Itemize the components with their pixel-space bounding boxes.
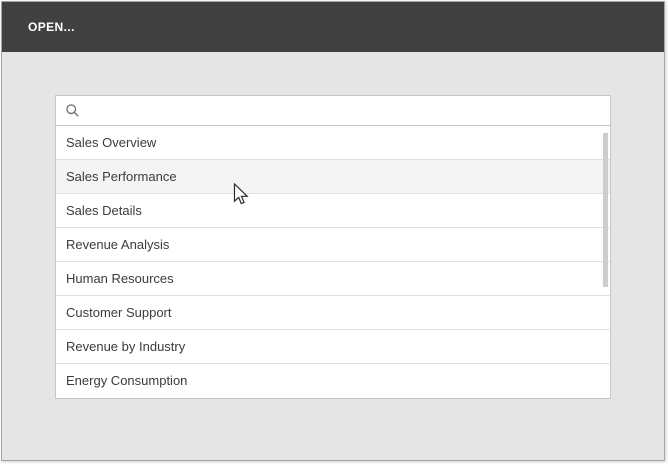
- list-item[interactable]: Human Resources: [56, 262, 610, 296]
- list-item[interactable]: Revenue by Industry: [56, 330, 610, 364]
- scrollbar-thumb[interactable]: [603, 133, 608, 287]
- list-item[interactable]: Customer Support: [56, 296, 610, 330]
- search-input[interactable]: [80, 96, 610, 125]
- list-item[interactable]: Sales Performance: [56, 160, 610, 194]
- dialog-body: Sales Overview Sales Performance Sales Det…: [2, 52, 664, 460]
- report-picker-panel: Sales Overview Sales Performance Sales Det…: [55, 95, 611, 399]
- list-item[interactable]: Sales Details: [56, 194, 610, 228]
- list-item[interactable]: Sales Overview: [56, 126, 610, 160]
- search-box[interactable]: [55, 95, 611, 126]
- list-item[interactable]: Revenue Analysis: [56, 228, 610, 262]
- dialog-title: OPEN...: [28, 20, 75, 34]
- list-item[interactable]: Energy Consumption: [56, 364, 610, 398]
- dialog-titlebar[interactable]: OPEN...: [2, 2, 664, 52]
- search-icon: [65, 103, 80, 118]
- report-list: Sales Overview Sales Performance Sales Det…: [55, 126, 611, 399]
- open-dialog: OPEN... Sales Overview Sales Performance S…: [1, 1, 665, 461]
